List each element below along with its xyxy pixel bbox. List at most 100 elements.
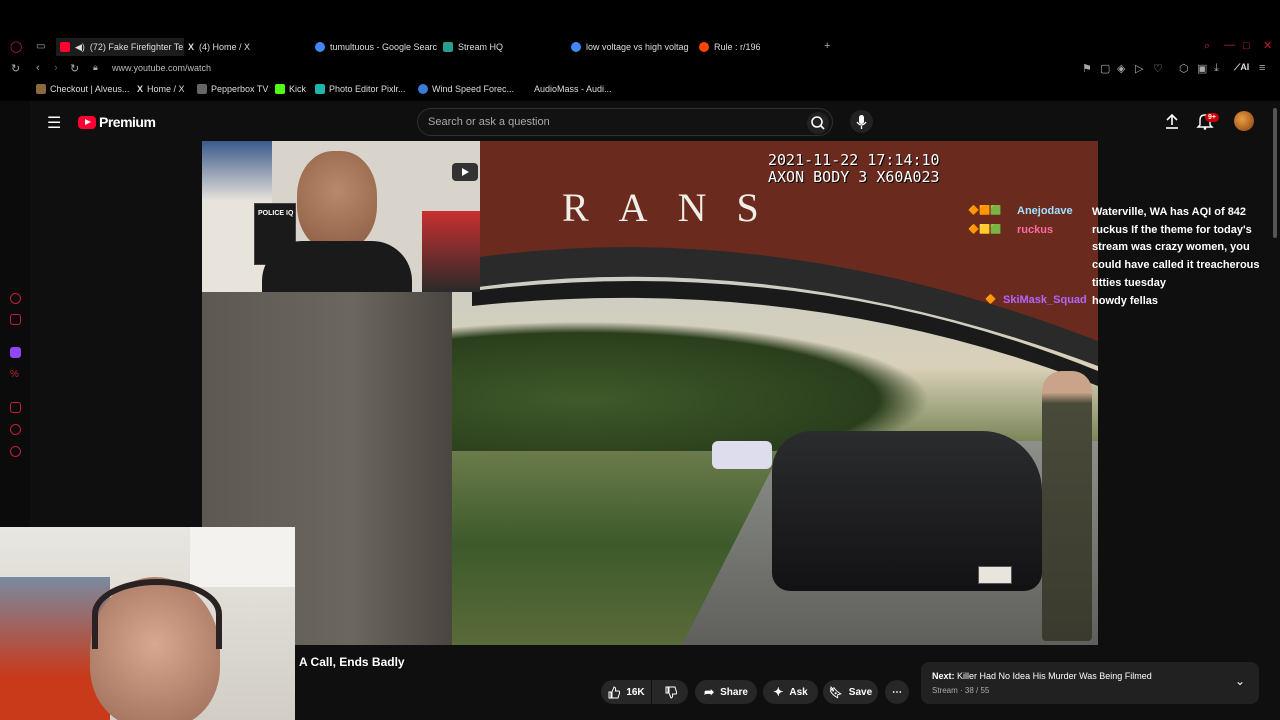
chevron-down-icon[interactable]: ⌄ xyxy=(1235,674,1245,688)
twitch-icon[interactable] xyxy=(10,347,21,358)
webcam-overlay-bottom xyxy=(0,527,295,720)
headphones-icon xyxy=(92,579,222,649)
timestamp-device: AXON BODY 3 X60A023 xyxy=(768,168,940,186)
google-icon xyxy=(571,42,581,52)
youtube-play-icon xyxy=(78,115,96,129)
thumbs-up-icon xyxy=(608,685,621,698)
bookmark-label: AudioMass - Audi... xyxy=(534,84,612,94)
bookmarks-bar: Checkout | Alveus... X Home / X Pepperbox… xyxy=(0,80,1280,101)
bodycam-timestamp: 2021-11-22 17:14:10 AXON BODY 3 X60A023 xyxy=(768,152,940,186)
bookmark-wind-speed[interactable]: Wind Speed Forec... xyxy=(418,84,514,94)
youtube-play-plaque-icon xyxy=(452,163,478,181)
new-tab-icon[interactable]: + xyxy=(824,40,830,52)
tab-label: (72) Fake Firefighter Te xyxy=(89,42,184,52)
bookmark-x-home[interactable]: X Home / X xyxy=(137,84,185,94)
tab-youtube[interactable]: ◀) (72) Fake Firefighter Te xyxy=(56,38,184,56)
tab-x-home[interactable]: X (4) Home / X xyxy=(188,38,250,56)
bookmark-label: Checkout | Alveus... xyxy=(50,84,130,94)
percent-icon[interactable]: % xyxy=(10,369,21,380)
page-scrollbar[interactable] xyxy=(1273,108,1277,238)
maximize-icon[interactable]: □ xyxy=(1243,40,1250,52)
url-field[interactable]: www.youtube.com/watch xyxy=(112,63,211,73)
search-button[interactable] xyxy=(807,112,829,134)
stream-icon xyxy=(443,42,453,52)
microphone-icon xyxy=(856,115,867,129)
timestamp-date: 2021-11-22 17:14:10 xyxy=(768,151,940,169)
tab-reddit[interactable]: Rule : r/196 xyxy=(699,38,761,56)
tab-stream-hq[interactable]: Stream HQ xyxy=(443,38,503,56)
kick-icon xyxy=(275,84,285,94)
tab-bar: ◯ ▭ ◀) (72) Fake Firefighter Te X (4) Ho… xyxy=(0,0,1280,58)
like-button[interactable]: 16K xyxy=(601,680,651,704)
pinboard-icon[interactable] xyxy=(10,402,21,413)
bookmark-icon[interactable]: ⚑ xyxy=(1082,62,1092,75)
next-up-title: Next: Killer Had No Idea His Murder Was … xyxy=(932,671,1152,681)
youtube-logo[interactable]: Premium xyxy=(78,114,156,130)
forward-icon[interactable]: › xyxy=(54,62,58,74)
clock-icon[interactable] xyxy=(10,424,21,435)
bookmark-checkout[interactable]: Checkout | Alveus... xyxy=(36,84,129,94)
search-bar[interactable]: Search or ask a question xyxy=(417,108,833,136)
upload-icon xyxy=(1166,113,1178,129)
chat-message: could have called it treacherous xyxy=(1092,259,1260,272)
settings-icon[interactable] xyxy=(10,446,21,457)
x-icon: X xyxy=(137,84,144,94)
back-icon[interactable]: ‹ xyxy=(36,62,40,74)
share-button[interactable]: ➦ Share xyxy=(695,680,757,704)
more-icon: ⋯ xyxy=(892,686,902,698)
premium-label: Premium xyxy=(99,114,156,130)
bag-icon[interactable] xyxy=(10,314,21,325)
sign-text: RANS xyxy=(562,185,789,230)
chat-username: SkiMask_Squad xyxy=(1003,294,1087,306)
weather-icon xyxy=(418,84,428,94)
license-plate xyxy=(978,566,1012,584)
chat-message: titties tuesday xyxy=(1092,276,1166,289)
tab-label: (4) Home / X xyxy=(199,42,251,52)
tab-voltage-search[interactable]: low voltage vs high voltage xyxy=(571,38,689,56)
history-icon[interactable] xyxy=(10,293,21,304)
tab-google-search[interactable]: tumultuous - Google Searc xyxy=(315,38,437,56)
wallet-icon[interactable]: ▣ xyxy=(1197,62,1207,75)
chat-message: howdy fellas xyxy=(1092,294,1159,307)
menu-icon[interactable]: ≡ xyxy=(1259,62,1265,74)
share-icon: ➦ xyxy=(704,685,715,699)
bookshelf-right xyxy=(422,211,480,292)
refresh-icon[interactable]: ↻ xyxy=(70,62,79,75)
chat-username: ruckus xyxy=(1017,224,1054,236)
player-icon[interactable]: ▷ xyxy=(1135,62,1143,75)
ask-button[interactable]: ✦ Ask xyxy=(763,680,818,704)
more-actions-button[interactable]: ⋯ xyxy=(885,680,909,704)
upload-button[interactable] xyxy=(1163,112,1181,135)
voice-search-button[interactable] xyxy=(850,110,873,133)
snapshot-icon[interactable]: ▢ xyxy=(1100,62,1110,75)
download-icon[interactable]: ⤓ xyxy=(1214,62,1219,75)
extensions-icon[interactable]: ⬡ xyxy=(1179,62,1189,75)
opera-logo-icon[interactable]: ◯ xyxy=(10,40,22,53)
bookmark-pepperbox[interactable]: Pepperbox TV xyxy=(197,84,268,94)
save-button[interactable]: 🔖︎ Save xyxy=(823,680,878,704)
bookmark-kick[interactable]: Kick xyxy=(275,84,306,94)
book-title: POLICE IQ xyxy=(258,210,294,217)
pixlr-icon xyxy=(315,84,325,94)
chat-badges-icon: 🔶🟧🟩 xyxy=(968,205,1002,215)
bookmark-audiomass[interactable]: AudioMass - Audi... xyxy=(534,84,612,94)
next-up-card[interactable]: Next: Killer Had No Idea His Murder Was … xyxy=(921,662,1259,704)
heart-icon[interactable]: ♡ xyxy=(1153,62,1163,75)
search-input[interactable]: Search or ask a question xyxy=(428,116,550,128)
avatar[interactable] xyxy=(1234,111,1254,131)
hamburger-menu-icon[interactable]: ☰ xyxy=(47,113,61,133)
notification-badge: 9+ xyxy=(1205,113,1219,122)
shield-icon[interactable]: ◈ xyxy=(1117,62,1125,75)
reload-icon[interactable]: ↻ xyxy=(11,62,20,75)
host-face xyxy=(297,151,377,251)
dislike-button[interactable] xyxy=(652,680,688,704)
minimize-icon[interactable]: — xyxy=(1224,39,1235,51)
close-icon[interactable]: ✕ xyxy=(1263,39,1272,52)
search-tabs-icon[interactable]: ⌕ xyxy=(1204,40,1210,53)
ask-label: Ask xyxy=(789,686,808,698)
save-label: Save xyxy=(848,686,873,698)
ai-button[interactable]: ⟋AI xyxy=(1234,62,1249,73)
tab-menu-icon[interactable]: ▭ xyxy=(36,41,45,52)
x-icon: X xyxy=(188,42,195,52)
bookmark-pixlr[interactable]: Photo Editor Pixlr... xyxy=(315,84,406,94)
